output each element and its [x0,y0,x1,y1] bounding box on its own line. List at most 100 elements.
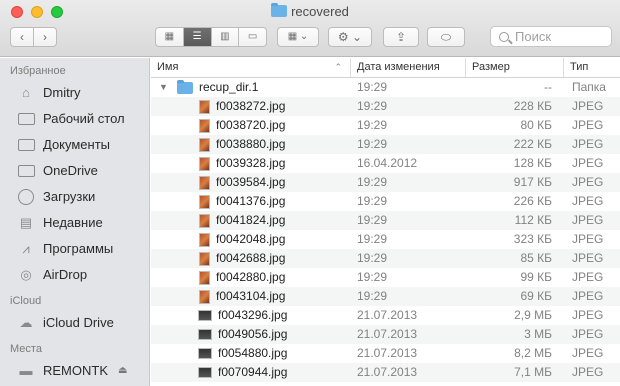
column-header-kind[interactable]: Тип [564,58,620,77]
folder-row[interactable]: ▼ recup_dir.1 19:29 -- Папка [151,78,620,97]
gallery-view-button[interactable]: ▭ [239,28,266,46]
icon-view-button[interactable]: ▦ [156,28,184,46]
folder-icon [271,3,288,17]
image-thumbnail-icon [198,329,212,340]
file-size: 226 КБ [513,194,552,208]
recents-icon: ▤ [19,215,33,230]
file-kind: JPEG [572,99,604,113]
file-kind: JPEG [572,270,604,284]
sidebar-item-applications[interactable]: ⩘ Программы [0,236,149,262]
action-menu-button[interactable]: ⚙ ⌄ [328,27,372,47]
column-header-date[interactable]: Дата изменения [351,58,466,77]
file-size: 323 КБ [513,232,552,246]
file-size: 222 КБ [513,137,552,151]
file-date: 19:29 [357,213,388,227]
file-date: 19:29 [357,118,388,132]
image-thumbnail-icon [199,194,210,209]
finder-window: recovered ‹ › ▦ ☰ ▥ ▭ ▦ ⌄ ⚙ ⌄ ⇪ ⬭ Поиск … [0,0,620,386]
file-kind: JPEG [572,251,604,265]
documents-icon [17,137,35,153]
eject-icon[interactable]: ⏏ [118,358,127,384]
file-row[interactable]: f0070944.jpg 21.07.2013 7,1 МБ JPEG [151,363,620,382]
window-title: recovered [0,3,620,19]
file-size: 112 КБ [514,213,552,227]
file-kind: JPEG [572,289,604,303]
file-size: 80 КБ [520,118,552,132]
sidebar-item-onedrive[interactable]: OneDrive [0,158,149,184]
file-size: 2,9 МБ [514,308,552,322]
share-button[interactable]: ⇪ [383,27,419,47]
sidebar-item-label: Недавние [43,215,103,230]
sidebar-item-label: Программы [43,241,114,256]
sidebar-item-label: iCloud Drive [43,315,114,330]
file-name: f0038880.jpg [216,137,286,151]
sidebar-item-documents[interactable]: Документы [0,132,149,158]
file-list: Имя ⌃ Дата изменения Размер Тип ▼ recup_d… [151,58,620,386]
tags-button[interactable]: ⬭ [427,27,465,47]
file-kind: JPEG [572,346,604,360]
search-icon [499,32,509,42]
folder-kind: Папка [572,80,606,94]
file-date: 19:29 [357,251,388,265]
file-row[interactable]: f0042880.jpg 19:29 99 КБ JPEG [151,268,620,287]
search-input[interactable]: Поиск [490,26,612,47]
file-row[interactable]: f0042048.jpg 19:29 323 КБ JPEG [151,230,620,249]
file-name: f0042048.jpg [216,232,286,246]
file-row[interactable]: f0039328.jpg 16.04.2012 128 КБ JPEG [151,154,620,173]
file-row[interactable]: f0039584.jpg 19:29 917 КБ JPEG [151,173,620,192]
file-row[interactable]: f0043296.jpg 21.07.2013 2,9 МБ JPEG [151,306,620,325]
sidebar-item-airdrop[interactable]: ◎ AirDrop [0,262,149,288]
file-kind: JPEG [572,156,604,170]
sidebar-item-remontk[interactable]: ▬ REMONTK ⏏ [0,358,149,384]
group-by-button[interactable]: ▦ ⌄ [277,27,319,47]
column-view-button[interactable]: ▥ [212,28,240,46]
file-name: f0039328.jpg [216,156,286,170]
image-thumbnail-icon [199,232,210,247]
file-size: 69 КБ [520,289,552,303]
back-button[interactable]: ‹ [10,27,34,47]
file-kind: JPEG [572,327,604,341]
folder-icon [177,79,193,94]
file-date: 16.04.2012 [357,156,418,170]
file-date: 19:29 [357,137,388,151]
sidebar-item-home[interactable]: ⌂ Dmitry [0,80,149,106]
image-thumbnail-icon [199,118,210,133]
file-row[interactable]: f0038720.jpg 19:29 80 КБ JPEG [151,116,620,135]
file-name: f0054880.jpg [218,346,288,360]
file-date: 19:29 [357,175,388,189]
file-row[interactable]: f0038880.jpg 19:29 222 КБ JPEG [151,135,620,154]
file-kind: JPEG [572,232,604,246]
file-kind: JPEG [572,365,604,379]
image-thumbnail-icon [199,175,210,190]
file-row[interactable]: f0054880.jpg 21.07.2013 8,2 МБ JPEG [151,344,620,363]
sidebar-item-recents[interactable]: ▤ Недавние [0,210,149,236]
file-name: f0038720.jpg [216,118,286,132]
forward-button[interactable]: › [33,27,57,47]
file-row[interactable]: f0043104.jpg 19:29 69 КБ JPEG [151,287,620,306]
file-date: 21.07.2013 [357,327,418,341]
image-thumbnail-icon [199,289,210,304]
column-header-name[interactable]: Имя ⌃ [151,58,351,77]
image-thumbnail-icon [198,367,212,378]
list-view-button[interactable]: ☰ [183,28,212,46]
file-name: f0043296.jpg [218,308,288,322]
file-row[interactable]: f0038272.jpg 19:29 228 КБ JPEG [151,97,620,116]
sidebar-item-label: REMONTK [43,363,108,378]
disclosure-triangle-icon[interactable]: ▼ [159,78,169,97]
image-thumbnail-icon [198,310,212,321]
disk-icon: ▬ [19,363,33,378]
sidebar-item-downloads[interactable]: Загрузки [0,184,149,210]
file-row[interactable]: f0041824.jpg 19:29 112 КБ JPEG [151,211,620,230]
column-header-size[interactable]: Размер [466,58,564,77]
sidebar-item-desktop[interactable]: Рабочий стол [0,106,149,132]
sidebar-item-icloud-drive[interactable]: ☁ iCloud Drive [0,310,149,336]
sidebar: Избранное ⌂ Dmitry Рабочий стол Документы… [0,58,150,386]
image-thumbnail-icon [199,270,210,285]
sidebar-section-locations: Места [10,343,42,355]
folder-name: recup_dir.1 [199,80,259,94]
file-name: f0070944.jpg [218,365,288,379]
file-row[interactable]: f0041376.jpg 19:29 226 КБ JPEG [151,192,620,211]
folder-date: 19:29 [357,80,388,94]
file-row[interactable]: f0049056.jpg 21.07.2013 3 МБ JPEG [151,325,620,344]
file-row[interactable]: f0042688.jpg 19:29 85 КБ JPEG [151,249,620,268]
